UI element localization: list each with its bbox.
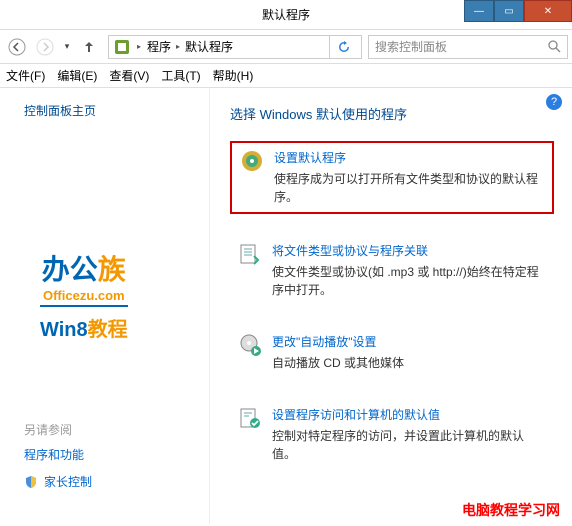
up-button[interactable] xyxy=(76,34,102,60)
option-autoplay-settings[interactable]: 更改"自动播放"设置 自动播放 CD 或其他媒体 xyxy=(230,327,554,378)
breadcrumb-item[interactable]: 程序 xyxy=(147,38,171,55)
option-desc: 自动播放 CD 或其他媒体 xyxy=(272,354,546,372)
page-heading: 选择 Windows 默认使用的程序 xyxy=(230,104,554,123)
menu-tools[interactable]: 工具(T) xyxy=(161,67,200,84)
option-desc: 控制对特定程序的访问，并设置此计算机的默认值。 xyxy=(272,427,546,463)
maximize-button[interactable]: ▭ xyxy=(494,0,524,22)
close-button[interactable]: ✕ xyxy=(524,0,572,22)
breadcrumb-item[interactable]: 默认程序 xyxy=(185,38,233,55)
arrow-up-icon xyxy=(81,39,97,55)
back-button[interactable] xyxy=(4,34,30,60)
arrow-left-icon xyxy=(8,38,26,56)
arrow-right-icon xyxy=(36,38,54,56)
option-set-default-programs[interactable]: 设置默认程序 使程序成为可以打开所有文件类型和协议的默认程序。 xyxy=(230,141,554,214)
history-dropdown[interactable]: ▾ xyxy=(60,41,74,52)
chevron-right-icon: ▸ xyxy=(174,42,182,51)
forward-button[interactable] xyxy=(32,34,58,60)
search-box[interactable] xyxy=(368,35,568,59)
chevron-right-icon: ▸ xyxy=(135,42,143,51)
help-button[interactable]: ? xyxy=(546,94,562,110)
menu-edit[interactable]: 编辑(E) xyxy=(57,67,97,84)
option-program-access-defaults[interactable]: 设置程序访问和计算机的默认值 控制对特定程序的访问，并设置此计算机的默认值。 xyxy=(230,400,554,469)
option-title: 更改"自动播放"设置 xyxy=(272,333,546,350)
option-title: 将文件类型或协议与程序关联 xyxy=(272,242,546,259)
program-access-icon xyxy=(238,406,262,430)
footer-watermark: 电脑教程学习网 xyxy=(462,500,560,520)
refresh-button[interactable] xyxy=(329,35,357,59)
search-icon xyxy=(548,40,561,53)
default-programs-icon xyxy=(240,149,264,173)
sidebar-link-parental-controls[interactable]: 家长控制 xyxy=(24,473,92,490)
option-desc: 使文件类型或协议(如 .mp3 或 http://)始终在特定程序中打开。 xyxy=(272,263,546,299)
menu-file[interactable]: 文件(F) xyxy=(6,67,45,84)
option-desc: 使程序成为可以打开所有文件类型和协议的默认程序。 xyxy=(274,170,544,206)
watermark-logo: 办公族 Officezu.com Win8教程 xyxy=(40,248,128,342)
shield-icon xyxy=(24,475,38,489)
search-input[interactable] xyxy=(375,40,548,54)
address-bar[interactable]: ▸ 程序 ▸ 默认程序 xyxy=(108,35,362,59)
see-also-label: 另请参阅 xyxy=(24,421,92,438)
menu-help[interactable]: 帮助(H) xyxy=(213,67,254,84)
option-associate-file-type[interactable]: 将文件类型或协议与程序关联 使文件类型或协议(如 .mp3 或 http://)… xyxy=(230,236,554,305)
sidebar-link-programs-features[interactable]: 程序和功能 xyxy=(24,446,92,463)
option-title: 设置程序访问和计算机的默认值 xyxy=(272,406,546,423)
minimize-button[interactable]: — xyxy=(464,0,494,22)
option-title: 设置默认程序 xyxy=(274,149,544,166)
refresh-icon xyxy=(337,40,351,54)
file-association-icon xyxy=(238,242,262,266)
menu-view[interactable]: 查看(V) xyxy=(109,67,149,84)
autoplay-icon xyxy=(238,333,262,357)
sidebar-home-link[interactable]: 控制面板主页 xyxy=(24,102,199,119)
programs-icon xyxy=(113,38,131,56)
